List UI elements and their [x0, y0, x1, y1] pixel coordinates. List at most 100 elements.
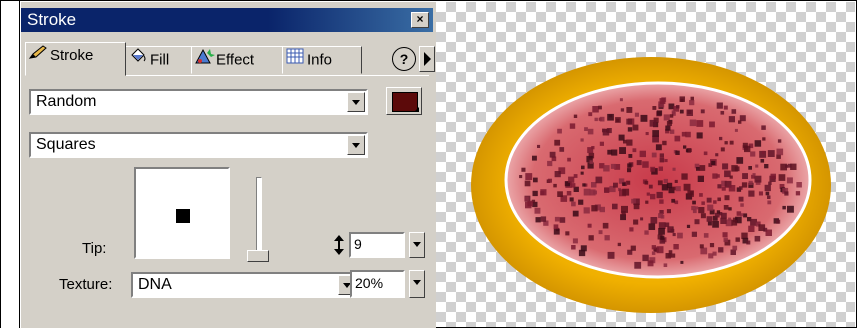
stroke-square	[754, 140, 762, 147]
stroke-square	[572, 210, 579, 217]
stroke-square	[559, 217, 566, 223]
stroke-square	[716, 102, 723, 109]
close-button[interactable]: ×	[411, 12, 429, 28]
stroke-square	[782, 205, 786, 210]
stroke-square	[540, 189, 547, 196]
stroke-square	[633, 219, 639, 225]
stroke-square	[707, 221, 712, 226]
stroke-square	[748, 190, 755, 197]
stroke-square	[720, 111, 725, 115]
stroke-square	[595, 176, 603, 184]
stroke-square	[604, 235, 610, 241]
stroke-square	[664, 159, 668, 163]
stroke-square	[673, 244, 679, 250]
stroke-square	[659, 157, 665, 163]
stroke-square	[699, 244, 704, 249]
stroke-square	[535, 217, 541, 223]
stroke-type-select[interactable]: Squares	[29, 132, 368, 158]
up-down-arrow-icon	[334, 235, 344, 255]
stroke-square	[594, 117, 598, 122]
stroke-square	[588, 112, 593, 117]
stroke-square	[583, 207, 590, 214]
stroke-square	[703, 151, 708, 156]
stroke-square	[647, 260, 654, 267]
stroke-square	[580, 138, 584, 142]
stroke-square	[683, 183, 691, 191]
stroke-square	[738, 196, 744, 202]
stroke-square	[770, 173, 776, 180]
stroke-square	[619, 98, 623, 102]
stroke-square	[651, 245, 656, 250]
stroke-type-value: Squares	[36, 136, 96, 153]
stroke-square	[610, 163, 616, 169]
tab-effect[interactable]: Effect	[191, 46, 283, 74]
stroke-square	[744, 145, 751, 153]
effect-icon	[194, 47, 216, 74]
stroke-square	[571, 201, 576, 207]
tip-preview	[134, 167, 230, 259]
stroke-square	[787, 163, 792, 168]
chevron-down-icon[interactable]	[347, 135, 365, 155]
tip-size-dropdown-button[interactable]	[409, 232, 425, 258]
stroke-square	[524, 180, 531, 187]
texture-amount-dropdown-button[interactable]	[409, 270, 425, 298]
stroke-square	[776, 148, 784, 156]
tab-info-label: Info	[307, 51, 333, 69]
stroke-square	[740, 203, 744, 207]
panel-titlebar[interactable]: Stroke ×	[21, 8, 433, 32]
stroke-square	[679, 109, 684, 114]
texture-amount-field[interactable]: 20%	[350, 270, 405, 298]
stroke-square	[760, 159, 765, 163]
help-button[interactable]: ?	[392, 47, 416, 71]
stroke-square	[656, 191, 663, 199]
stroke-square	[645, 200, 649, 204]
stroke-square	[736, 157, 744, 164]
stroke-square	[731, 109, 737, 114]
stroke-square	[648, 223, 656, 230]
stroke-square	[559, 147, 565, 152]
stroke-category-select[interactable]: Random	[29, 89, 368, 115]
tab-stroke[interactable]: Stroke	[25, 42, 126, 76]
stroke-square	[796, 182, 802, 188]
stroke-square	[729, 140, 734, 145]
stroke-square	[612, 203, 618, 210]
tip-size-value: 9	[354, 236, 362, 252]
stroke-square	[537, 144, 541, 148]
stroke-square	[554, 216, 560, 222]
stroke-square	[711, 160, 716, 165]
stroke-square	[666, 209, 671, 214]
stroke-square	[777, 139, 782, 143]
stroke-square	[607, 113, 614, 121]
stroke-square	[690, 96, 694, 101]
stroke-square	[664, 222, 670, 227]
stroke-square	[722, 163, 729, 170]
stroke-square	[548, 178, 552, 183]
stroke-square	[731, 219, 738, 226]
stroke-square	[618, 134, 625, 141]
stroke-square	[691, 231, 697, 237]
stroke-square	[534, 207, 541, 214]
stroke-square	[634, 261, 642, 269]
stroke-square	[671, 253, 676, 258]
stroke-square	[651, 152, 657, 158]
chevron-down-icon[interactable]	[347, 92, 365, 112]
stroke-square	[728, 207, 732, 211]
stroke-square	[696, 120, 704, 127]
tabs-scroll-right-button[interactable]	[419, 46, 435, 72]
drawing-canvas[interactable]	[436, 2, 855, 327]
texture-select[interactable]: DNA	[131, 272, 359, 298]
stroke-square	[572, 238, 578, 244]
stroke-square	[696, 132, 703, 139]
stroke-square	[787, 205, 794, 213]
slider-handle[interactable]	[247, 250, 269, 262]
stroke-square	[567, 157, 571, 162]
stroke-square	[649, 119, 657, 127]
stroke-color-button[interactable]	[386, 87, 422, 115]
stroke-square	[662, 140, 667, 146]
tip-size-field[interactable]: 9	[349, 232, 405, 258]
stroke-square	[626, 118, 633, 125]
tip-size-slider[interactable]	[256, 177, 262, 257]
stroke-category-value: Random	[36, 93, 97, 110]
tab-fill[interactable]: Fill	[125, 46, 192, 74]
tab-info[interactable]: Info	[282, 46, 362, 74]
